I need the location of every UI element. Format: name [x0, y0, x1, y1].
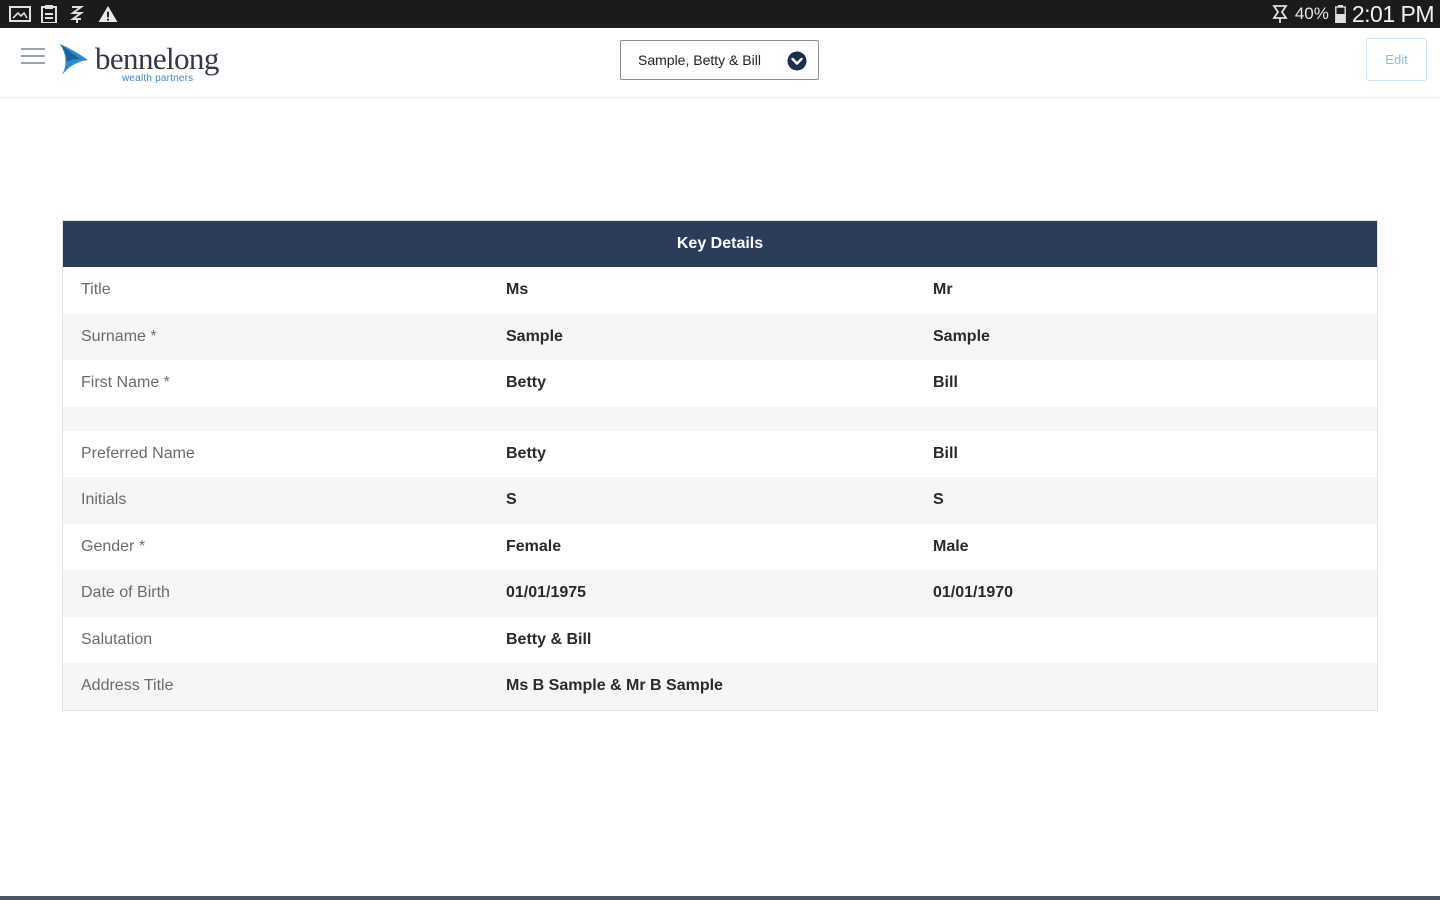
field-label: Title [81, 281, 111, 299]
field-value-client-1: Ms [506, 281, 529, 299]
client-selector[interactable]: Sample, Betty & Bill [620, 40, 819, 80]
logo-subtext: wealth partners [122, 73, 194, 84]
chevron-down-icon [787, 51, 807, 71]
bottom-divider [0, 896, 1440, 900]
field-value-client-1: 01/01/1975 [506, 584, 587, 602]
field-label: Address Title [81, 677, 174, 695]
app-header: bennelong wealth partners Sample, Betty … [0, 28, 1440, 98]
field-label: Surname * [81, 327, 157, 345]
table-row: Surname * Sample Sample [63, 313, 1377, 360]
gallery-icon [9, 6, 31, 22]
field-label: Salutation [81, 630, 153, 648]
field-value-client-1: S [506, 491, 517, 509]
field-label: Preferred Name [81, 444, 195, 462]
field-label: Initials [81, 491, 127, 509]
edit-button[interactable]: Edit [1366, 38, 1427, 81]
field-value-client-1: Female [506, 537, 562, 555]
field-value-client-1: Betty [506, 374, 547, 392]
table-row: Preferred Name Betty Bill [63, 431, 1377, 478]
field-value-client-2: Bill [933, 374, 958, 392]
field-value-client-1: Ms B Sample & Mr B Sample [506, 677, 723, 695]
table-row: First Name * Betty Bill [63, 360, 1377, 407]
field-label: First Name * [81, 374, 170, 392]
menu-icon[interactable] [21, 46, 45, 68]
status-bar: 40% 2:01 PM [0, 0, 1440, 28]
key-details-card: Key Details Title Ms Mr Surname * Sample… [62, 220, 1378, 711]
battery-icon [1334, 5, 1346, 23]
table-row: Initials S S [63, 477, 1377, 524]
key-details-title: Key Details [63, 221, 1377, 267]
clipboard-icon [41, 5, 57, 23]
key-details-table: Title Ms Mr Surname * Sample Sample Firs… [63, 267, 1377, 710]
field-label: Date of Birth [81, 584, 170, 602]
field-value-client-2: Bill [933, 444, 958, 462]
usb-icon [70, 6, 84, 23]
field-value-client-1: Betty [506, 444, 547, 462]
warning-icon [98, 5, 118, 23]
clock: 2:01 PM [1351, 0, 1435, 27]
logo-mark-icon [60, 44, 88, 75]
field-value-client-1: Sample [506, 327, 563, 345]
table-row: Address Title Ms B Sample & Mr B Sample [63, 663, 1377, 710]
client-selector-label: Sample, Betty & Bill [638, 52, 761, 68]
field-label: Gender * [81, 537, 146, 555]
field-value-client-2: S [933, 491, 944, 509]
table-row: Date of Birth 01/01/1975 01/01/1970 [63, 570, 1377, 617]
logo-text: bennelong [95, 41, 219, 76]
field-value-client-2: 01/01/1970 [933, 584, 1014, 602]
table-row [63, 406, 1377, 431]
table-row: Salutation Betty & Bill [63, 617, 1377, 664]
battery-percent: 40% [1294, 4, 1329, 23]
field-value-client-2: Mr [933, 281, 953, 299]
brand-logo[interactable]: bennelong wealth partners [58, 40, 238, 86]
table-row: Gender * Female Male [63, 524, 1377, 571]
field-value-client-1: Betty & Bill [506, 630, 592, 648]
alarm-icon [1272, 5, 1288, 23]
field-value-client-2: Sample [933, 327, 990, 345]
table-row: Title Ms Mr [63, 267, 1377, 314]
field-value-client-2: Male [933, 537, 969, 555]
